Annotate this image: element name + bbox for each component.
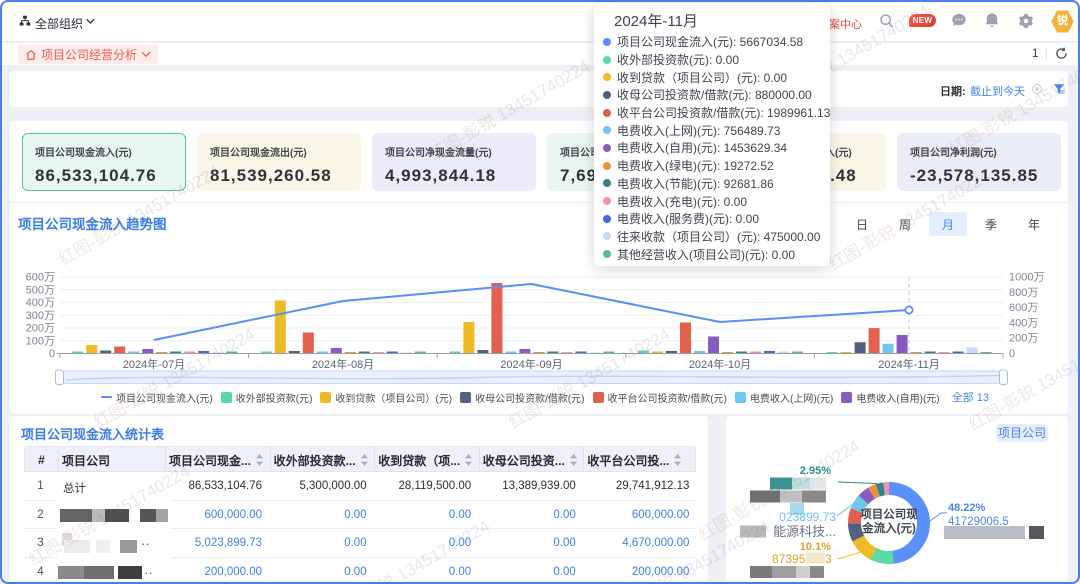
- svg-text:金流入(元): 金流入(元): [861, 521, 916, 535]
- svg-text:300万: 300万: [26, 310, 55, 322]
- svg-text:200万: 200万: [1009, 333, 1038, 345]
- svg-text:100万: 100万: [26, 335, 55, 347]
- svg-text:1000万: 1000万: [1009, 272, 1044, 284]
- svg-text:87395: 87395: [772, 552, 806, 566]
- svg-text:200万: 200万: [26, 323, 55, 335]
- svg-text:2024年-07月: 2024年-07月: [123, 357, 185, 371]
- svg-text:能源科技...: 能源科技...: [773, 524, 836, 539]
- svg-text:0: 0: [49, 348, 55, 360]
- svg-text:48.22%: 48.22%: [948, 502, 986, 514]
- svg-text:3: 3: [825, 552, 832, 566]
- svg-text:600万: 600万: [26, 272, 55, 284]
- svg-text:023899.73: 023899.73: [779, 510, 836, 524]
- svg-text:800万: 800万: [1009, 287, 1038, 299]
- svg-text:600万: 600万: [1009, 302, 1038, 314]
- svg-text:400万: 400万: [26, 297, 55, 309]
- svg-text:400万: 400万: [1009, 317, 1038, 329]
- svg-text:500万: 500万: [26, 284, 55, 296]
- svg-text:2024年-08月: 2024年-08月: [312, 357, 374, 371]
- svg-text:项目公司现: 项目公司现: [860, 507, 918, 521]
- svg-text:2024年-11月: 2024年-11月: [878, 357, 940, 371]
- svg-text:2024年-10月: 2024年-10月: [689, 357, 751, 371]
- svg-text:0: 0: [1009, 348, 1015, 360]
- svg-text:2.95%: 2.95%: [800, 465, 831, 477]
- svg-text:2024年-09月: 2024年-09月: [500, 357, 562, 371]
